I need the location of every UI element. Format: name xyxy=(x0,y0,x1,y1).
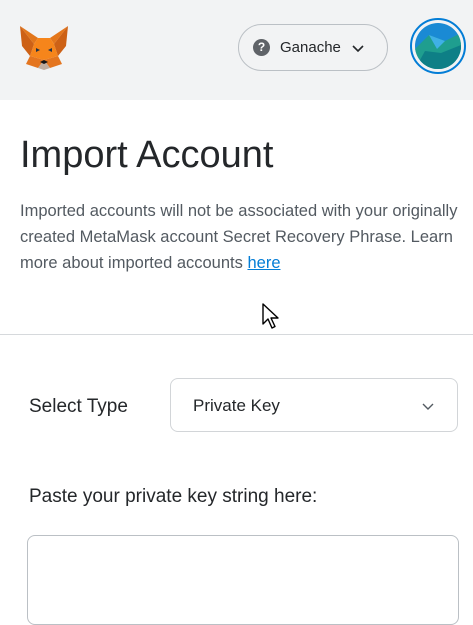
metamask-fox-icon[interactable] xyxy=(18,24,70,72)
import-type-dropdown[interactable]: Private Key xyxy=(170,378,458,432)
page-title: Import Account xyxy=(20,134,274,176)
import-type-value: Private Key xyxy=(193,396,280,415)
private-key-label: Paste your private key string here: xyxy=(29,486,318,507)
mouse-pointer-icon xyxy=(262,303,279,329)
network-name: Ganache xyxy=(280,39,341,56)
learn-more-link[interactable]: here xyxy=(247,254,280,272)
question-circle-icon: ? xyxy=(253,39,270,56)
private-key-input[interactable] xyxy=(27,535,459,625)
network-selector[interactable]: ? Ganache xyxy=(238,24,388,71)
chevron-down-icon xyxy=(352,44,364,52)
description-text: Imported accounts will not be associated… xyxy=(20,202,458,272)
section-divider xyxy=(0,334,473,335)
account-menu-button[interactable] xyxy=(410,18,466,74)
import-description: Imported accounts will not be associated… xyxy=(20,198,460,276)
chevron-down-icon xyxy=(422,403,434,410)
app-header: ? Ganache xyxy=(0,0,473,100)
account-identicon xyxy=(415,23,461,69)
select-type-label: Select Type xyxy=(29,396,128,417)
